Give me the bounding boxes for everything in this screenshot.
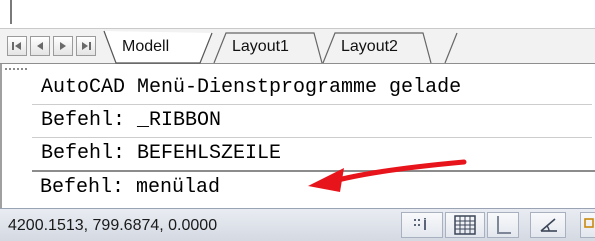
autocad-window: Modell Layout1 Layout2 AutoCAD Menü-Dien…: [0, 0, 595, 241]
drawing-area[interactable]: [0, 0, 595, 28]
command-prompt-text: Befehl: menülad: [40, 176, 221, 199]
layout-tab-bar: Modell Layout1 Layout2: [0, 28, 595, 64]
command-window: AutoCAD Menü-Dienstprogramme gelade Befe…: [0, 64, 595, 208]
status-bar: 4200.1513, 799.6874, 0.0000: [0, 208, 595, 241]
grid-icon[interactable]: [445, 212, 485, 238]
object-snap-icon[interactable]: [580, 212, 595, 238]
history-line: Befehl: _RIBBON: [41, 109, 222, 132]
tab-modell-label: Modell: [122, 38, 170, 55]
ucs-axis-line: [10, 0, 12, 24]
infer-constraints-icon[interactable]: [401, 212, 443, 238]
tab-layout2-label: Layout2: [341, 38, 398, 55]
history-separator: [32, 137, 592, 138]
polar-tracking-icon[interactable]: [530, 212, 566, 238]
history-line: AutoCAD Menü-Dienstprogramme gelade: [41, 76, 462, 99]
history-separator: [32, 104, 592, 105]
tab-layout1-label: Layout1: [232, 38, 289, 55]
coordinate-readout: 4200.1513, 799.6874, 0.0000: [8, 217, 218, 234]
ortho-icon[interactable]: [487, 212, 519, 238]
history-line: Befehl: BEFEHLSZEILE: [41, 142, 282, 165]
grip-handle-icon[interactable]: [5, 68, 31, 73]
red-arrow-annotation: [308, 159, 467, 192]
